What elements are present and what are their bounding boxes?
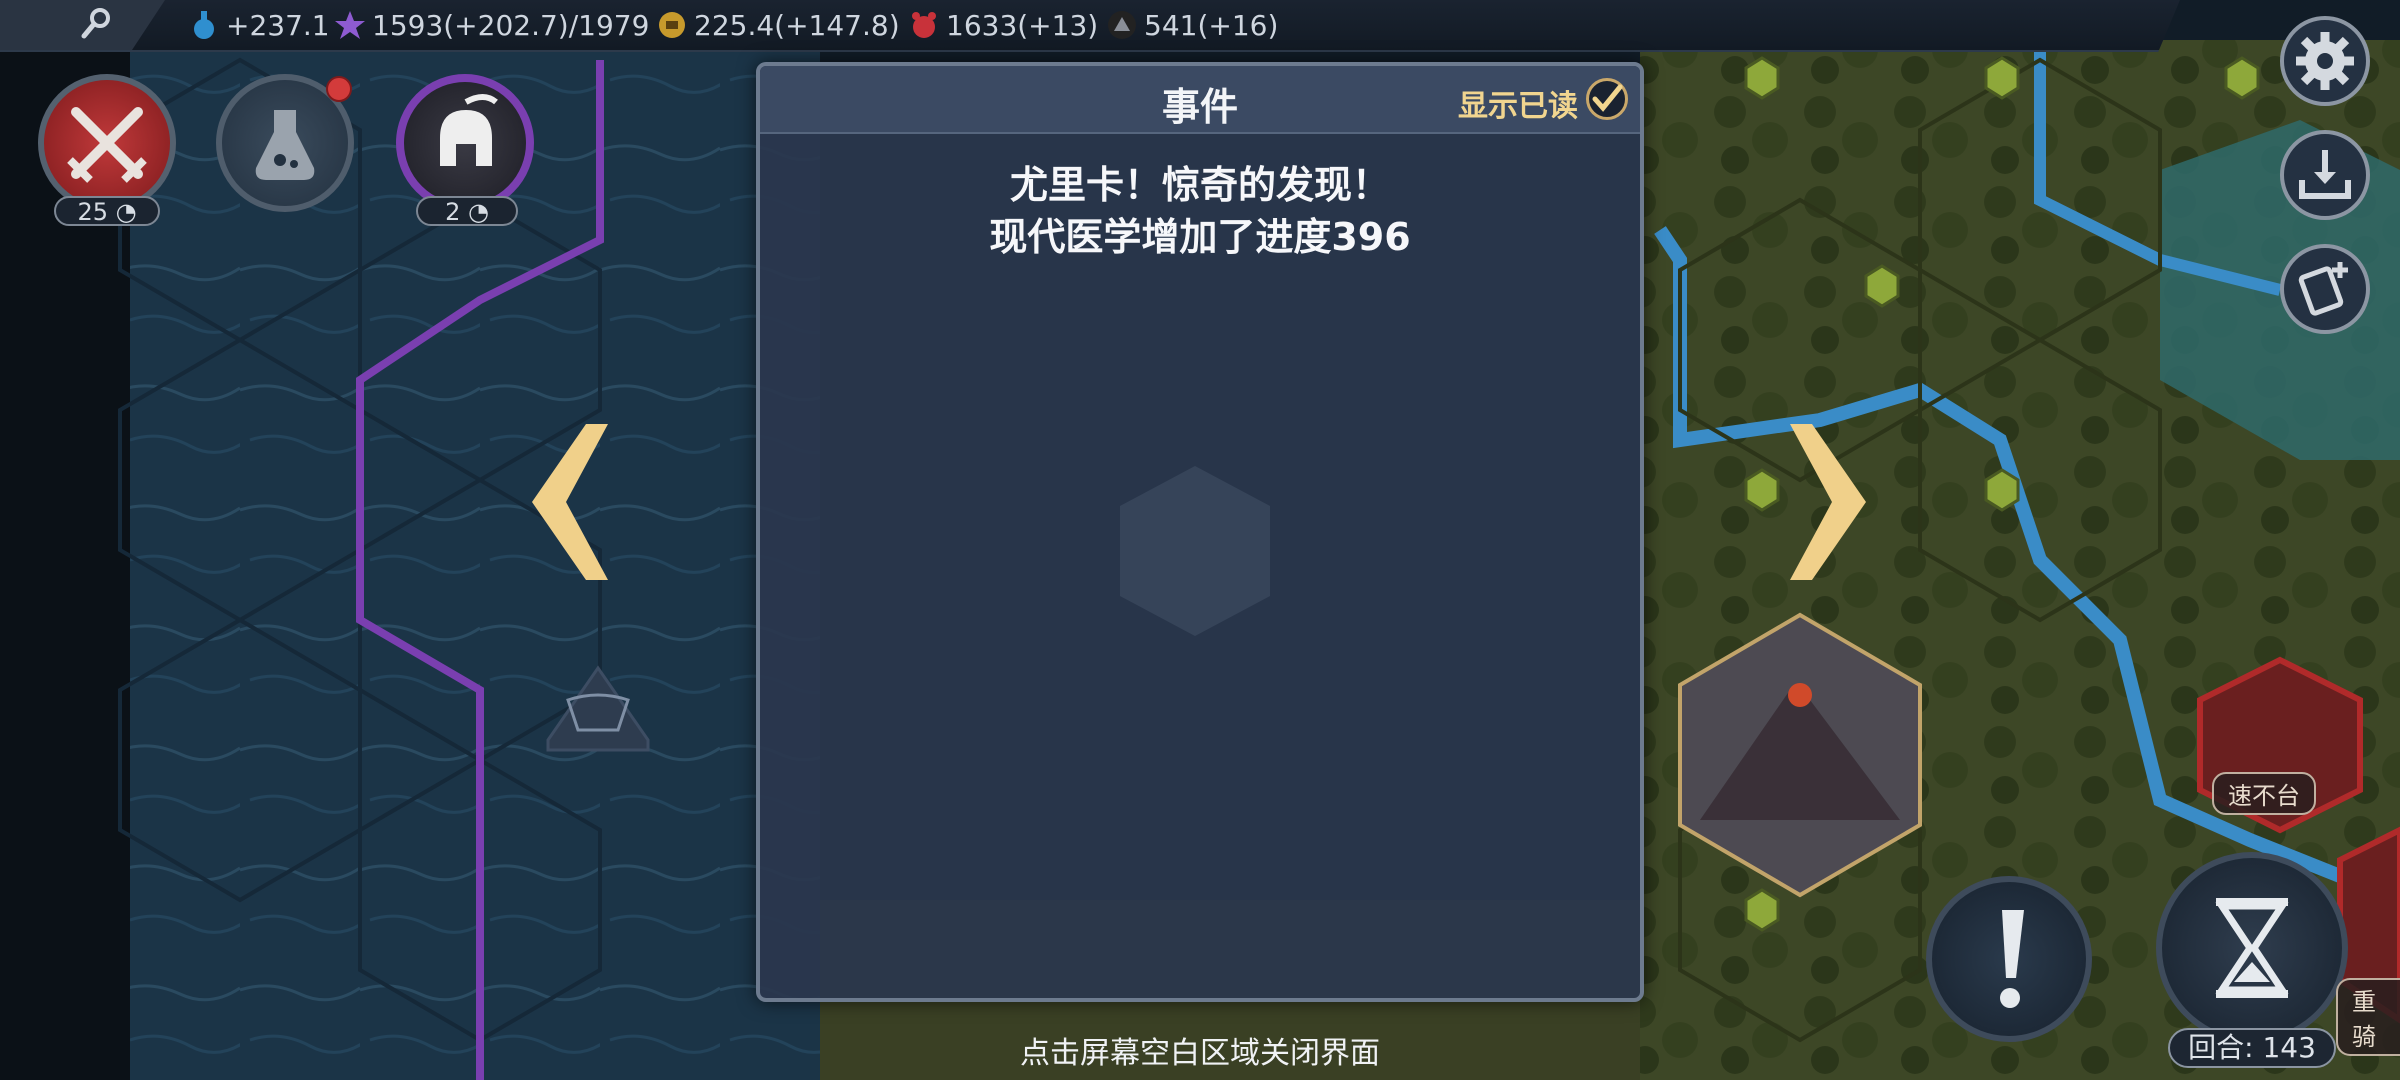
check-icon bbox=[1592, 84, 1623, 112]
save-button[interactable] bbox=[2280, 130, 2370, 220]
event-detail: 现代医学增加了进度396 bbox=[989, 215, 1411, 259]
unit-counter: 2 ◔ bbox=[416, 196, 518, 226]
event-headline: 尤里卡！惊奇的发现！ bbox=[1009, 163, 1390, 207]
science-icon bbox=[188, 9, 220, 41]
settings-button[interactable] bbox=[2280, 16, 2370, 106]
gold-icon bbox=[656, 9, 688, 41]
science-resource[interactable]: +237.1 bbox=[188, 6, 330, 44]
unit-button[interactable] bbox=[396, 74, 534, 212]
culture-star-icon bbox=[334, 9, 366, 41]
end-turn-button[interactable] bbox=[2156, 852, 2348, 1044]
military-icon bbox=[1106, 9, 1138, 41]
gold-value: 225.4(+147.8) bbox=[694, 8, 900, 42]
city-emblem-icon bbox=[1120, 466, 1270, 636]
add-card-button[interactable] bbox=[2280, 244, 2370, 334]
helmet-icon bbox=[440, 94, 498, 166]
faith-value: 1633(+13) bbox=[946, 8, 1099, 42]
show-read-label[interactable]: 显示已读 bbox=[1458, 81, 1578, 125]
show-read-checkbox[interactable] bbox=[1586, 78, 1628, 120]
faith-icon bbox=[908, 9, 940, 41]
science-value: +237.1 bbox=[226, 8, 330, 42]
right-arrow-icon[interactable] bbox=[1782, 420, 1874, 584]
culture-value: 1593(+202.7)/1979 bbox=[372, 8, 650, 42]
add-card-icon bbox=[2298, 262, 2348, 316]
gear-icon bbox=[2296, 32, 2354, 90]
unit-name-label[interactable]: 速不台 bbox=[2212, 772, 2316, 815]
crossed-swords-icon bbox=[67, 107, 147, 183]
left-arrow-icon[interactable] bbox=[524, 420, 616, 584]
exclamation-icon bbox=[2000, 910, 2024, 1008]
combat-counter: 25 ◔ bbox=[54, 196, 160, 226]
notification-dot bbox=[326, 76, 352, 102]
combat-button[interactable] bbox=[38, 74, 176, 212]
download-icon bbox=[2299, 150, 2351, 199]
flask-icon bbox=[255, 110, 315, 180]
event-dialog: 事件 显示已读 尤里卡！惊奇的发现！ 现代医学增加了进度396 bbox=[756, 62, 1644, 1002]
hourglass-icon bbox=[2215, 898, 2289, 998]
close-hint: 点击屏幕空白区域关闭界面 bbox=[1020, 1036, 1380, 1071]
culture-resource[interactable]: 1593(+202.7)/1979 bbox=[334, 6, 649, 44]
military-resource[interactable]: 541(+16) bbox=[1106, 6, 1278, 44]
search-icon bbox=[81, 8, 110, 39]
gold-resource[interactable]: 225.4(+147.8) bbox=[656, 6, 900, 44]
alert-button[interactable] bbox=[1926, 876, 2092, 1042]
faith-resource[interactable]: 1633(+13) bbox=[908, 6, 1098, 44]
military-value: 541(+16) bbox=[1144, 8, 1279, 42]
